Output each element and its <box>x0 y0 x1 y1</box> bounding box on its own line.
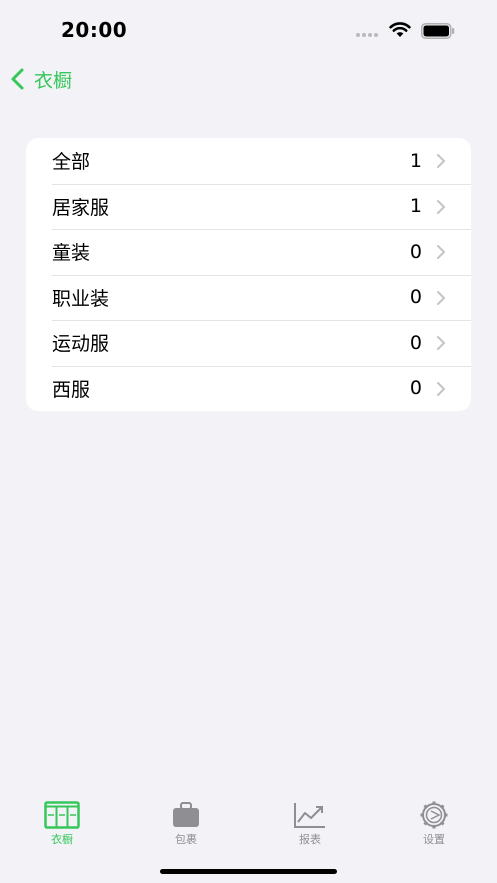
chevron-right-icon <box>437 154 445 168</box>
wardrobe-icon <box>44 801 80 829</box>
tab-label: 报表 <box>299 833 321 846</box>
wifi-icon <box>389 22 411 37</box>
tab-report[interactable]: 报表 <box>270 801 350 847</box>
category-list: 全部 1 居家服 1 童装 0 职业装 0 运动服 0 西服 0 <box>26 138 471 411</box>
tab-label: 衣橱 <box>51 833 73 846</box>
list-item-count: 0 <box>409 331 422 354</box>
list-item-label: 西服 <box>52 378 91 401</box>
battery-icon <box>421 23 455 39</box>
home-indicator[interactable] <box>160 869 337 874</box>
list-item-loungewear[interactable]: 居家服 1 <box>26 183 471 230</box>
list-item-suits[interactable]: 西服 0 <box>26 365 471 412</box>
list-item-label: 居家服 <box>52 196 110 219</box>
list-item-count: 0 <box>409 286 422 309</box>
back-button[interactable]: 衣橱 <box>8 64 72 94</box>
tab-bag[interactable]: 包裹 <box>146 801 226 847</box>
back-button-label: 衣橱 <box>34 69 73 92</box>
list-item-all[interactable]: 全部 1 <box>26 138 471 184</box>
list-item-label: 运动服 <box>52 333 110 356</box>
status-bar: 20:00 <box>0 0 497 60</box>
tab-settings[interactable]: 设置 <box>394 801 474 847</box>
list-item-sportswear[interactable]: 运动服 0 <box>26 320 471 366</box>
chevron-right-icon <box>437 336 445 350</box>
list-item-label: 童装 <box>52 242 91 265</box>
list-item-count: 1 <box>409 149 422 172</box>
tab-wardrobe[interactable]: 衣橱 <box>22 801 102 847</box>
list-item-label: 全部 <box>52 151 91 174</box>
list-item-workwear[interactable]: 职业装 0 <box>26 274 471 321</box>
cellular-signal-icon <box>356 33 378 37</box>
list-item-count: 0 <box>409 377 422 400</box>
gear-icon <box>420 801 448 829</box>
status-time: 20:00 <box>61 18 128 42</box>
list-item-count: 1 <box>409 195 422 218</box>
tab-label: 包裹 <box>175 833 197 846</box>
chevron-right-icon <box>437 199 445 214</box>
chevron-right-icon <box>437 290 445 305</box>
chevron-left-icon <box>11 68 24 90</box>
list-item-count: 0 <box>409 240 422 263</box>
chevron-right-icon <box>437 381 445 396</box>
list-item-label: 职业装 <box>52 287 110 310</box>
chevron-right-icon <box>437 245 445 259</box>
chart-icon <box>294 803 325 828</box>
list-item-kidswear[interactable]: 童装 0 <box>26 229 471 275</box>
tab-label: 设置 <box>423 833 445 846</box>
bag-icon <box>173 802 199 827</box>
